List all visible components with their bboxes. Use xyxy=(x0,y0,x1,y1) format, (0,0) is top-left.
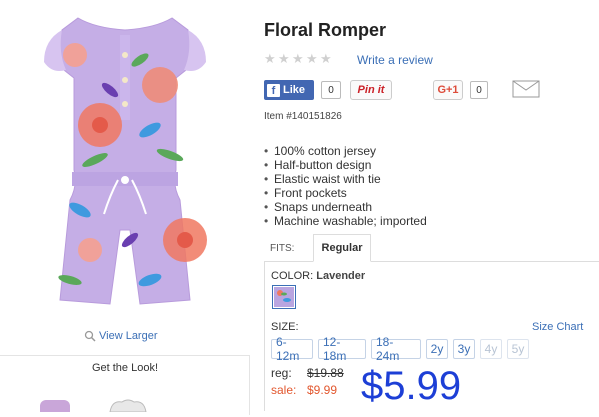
list-item: 100% cotton jersey xyxy=(264,144,427,158)
facebook-like-count: 0 xyxy=(321,81,341,99)
size-option-5y: 5y xyxy=(507,339,529,359)
size-label: SIZE: xyxy=(271,321,299,333)
sale-price: $9.99 xyxy=(307,383,338,397)
facebook-like-label: Like xyxy=(283,84,306,96)
write-review-link[interactable]: Write a review xyxy=(357,53,433,67)
magnifier-icon xyxy=(84,330,96,342)
get-the-look-title: Get the Look! xyxy=(91,362,159,374)
look-thumbnail[interactable] xyxy=(40,400,70,412)
look-thumbnail[interactable] xyxy=(108,396,148,413)
size-option-6-12m[interactable]: 6-12m xyxy=(271,335,313,363)
feature-list: 100% cotton jersey Half-button design El… xyxy=(264,144,427,228)
size-chart-link[interactable]: Size Chart xyxy=(532,321,583,333)
color-label: COLOR: Lavender xyxy=(271,270,365,282)
product-title: Floral Romper xyxy=(264,20,387,40)
fits-label: FITS: xyxy=(270,243,295,254)
list-item: Snaps underneath xyxy=(264,200,427,214)
size-option-2y[interactable]: 2y xyxy=(426,339,448,359)
email-share-icon[interactable] xyxy=(512,80,540,98)
size-option-18-24m[interactable]: 18-24m xyxy=(371,335,421,363)
star-icon: ★ xyxy=(278,51,290,66)
current-price: $5.99 xyxy=(361,364,462,408)
product-image[interactable] xyxy=(0,0,250,325)
list-item: Half-button design xyxy=(264,158,427,172)
item-number: Item #140151826 xyxy=(264,111,342,122)
color-label-text: COLOR: xyxy=(271,270,314,282)
tab-regular[interactable]: Regular xyxy=(313,234,371,262)
view-larger-link[interactable]: View Larger xyxy=(84,330,158,342)
size-option-4y: 4y xyxy=(480,339,502,359)
size-option-12-18m[interactable]: 12-18m xyxy=(318,335,366,363)
pinterest-pin-button[interactable]: Pin it xyxy=(350,80,392,100)
list-item: Machine washable; imported xyxy=(264,214,427,228)
color-swatch-lavender[interactable] xyxy=(272,285,296,309)
google-plus-button[interactable]: G+1 xyxy=(433,80,463,100)
view-larger-label: View Larger xyxy=(99,330,158,342)
star-icon: ★ xyxy=(292,51,304,66)
star-icon: ★ xyxy=(320,51,332,66)
size-options: 6-12m 12-18m 18-24m 2y 3y 4y 5y xyxy=(271,335,529,363)
regular-price-label: reg: xyxy=(271,366,292,380)
star-icon: ★ xyxy=(264,51,276,66)
color-selected-name: Lavender xyxy=(316,270,366,282)
star-icon: ★ xyxy=(306,51,318,66)
sale-price-label: sale: xyxy=(271,383,297,397)
facebook-like-button[interactable]: f Like xyxy=(264,80,314,100)
size-option-3y[interactable]: 3y xyxy=(453,339,475,359)
swatch-image xyxy=(274,287,294,307)
google-plus-count: 0 xyxy=(470,81,488,99)
facebook-icon: f xyxy=(267,83,280,97)
list-item: Elastic waist with tie xyxy=(264,172,427,186)
regular-price: $19.88 xyxy=(307,366,344,380)
list-item: Front pockets xyxy=(264,186,427,200)
rating-stars[interactable]: ★ ★ ★ ★ ★ xyxy=(264,52,333,65)
